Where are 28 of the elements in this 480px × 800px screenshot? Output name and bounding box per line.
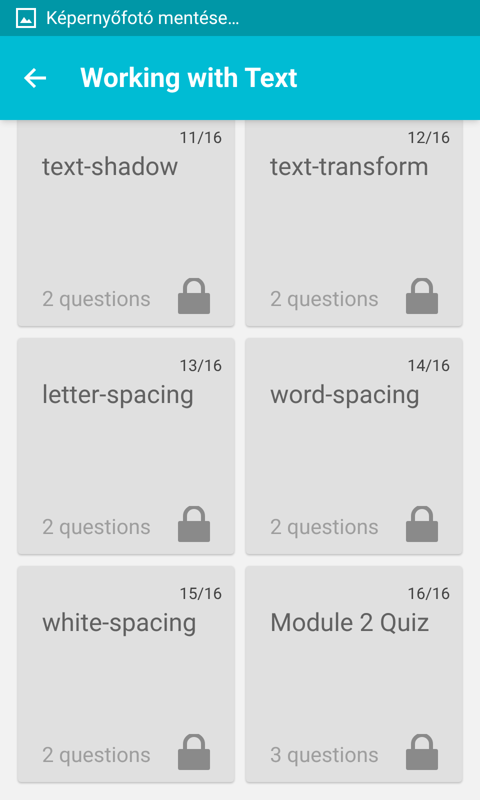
lesson-title: text-transform [270,152,430,184]
lesson-counter: 15/16 [179,583,222,605]
lesson-counter: 11/16 [179,127,222,149]
question-count: 2 questions [42,515,151,542]
notification-text: Képernyőfotó mentése… [46,6,240,30]
screen-title: Working with Text [80,60,298,96]
lesson-counter: 16/16 [407,583,450,605]
lesson-card[interactable]: 13/16 letter-spacing 2 questions [18,338,234,554]
back-arrow-icon [22,66,48,90]
image-icon [16,8,36,28]
question-count: 2 questions [270,515,379,542]
lesson-counter: 12/16 [407,127,450,149]
lesson-counter: 14/16 [407,355,450,377]
lesson-title: letter-spacing [42,380,195,412]
question-count: 3 questions [270,743,379,770]
lesson-counter: 13/16 [179,355,222,377]
lesson-title: text-shadow [42,152,180,184]
lesson-title: Module 2 Quiz [270,608,430,640]
question-count: 2 questions [270,287,379,314]
question-count: 2 questions [42,743,151,770]
lesson-card[interactable]: 11/16 text-shadow 2 questions [18,120,234,326]
lesson-card[interactable]: 15/16 white-spacing 2 questions [18,566,234,782]
lesson-title: word-spacing [270,380,421,412]
lesson-card[interactable]: 14/16 word-spacing 2 questions [246,338,462,554]
lesson-card[interactable]: 12/16 text-transform 2 questions [246,120,462,326]
lesson-title: white-spacing [42,608,198,640]
question-count: 2 questions [42,287,151,314]
lesson-card[interactable]: 16/16 Module 2 Quiz 3 questions [246,566,462,782]
